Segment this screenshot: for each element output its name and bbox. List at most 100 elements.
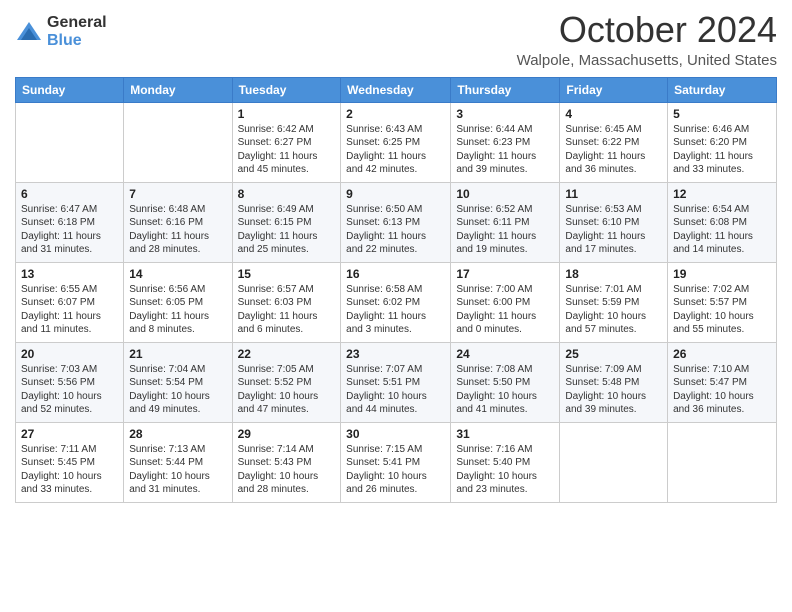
day-info-line-1: Sunset: 5:47 PM [673, 377, 747, 388]
day-number: 15 [238, 267, 336, 281]
day-info-line-2: Daylight: 11 hours and 33 minutes. [673, 151, 753, 176]
day-info-line-2: Daylight: 11 hours and 39 minutes. [456, 151, 536, 176]
day-info: Sunrise: 6:52 AMSunset: 6:11 PMDaylight:… [456, 203, 554, 257]
calendar-cell-2-1: 14Sunrise: 6:56 AMSunset: 6:05 PMDayligh… [124, 262, 232, 342]
header-row: Sunday Monday Tuesday Wednesday Thursday… [16, 77, 777, 102]
day-info: Sunrise: 7:13 AMSunset: 5:44 PMDaylight:… [129, 443, 226, 497]
day-info: Sunrise: 6:57 AMSunset: 6:03 PMDaylight:… [238, 283, 336, 337]
col-monday: Monday [124, 77, 232, 102]
day-info-line-0: Sunrise: 6:52 AM [456, 204, 532, 215]
day-info-line-0: Sunrise: 7:15 AM [346, 444, 422, 455]
day-info-line-1: Sunset: 5:54 PM [129, 377, 203, 388]
day-number: 25 [565, 347, 662, 361]
day-info: Sunrise: 7:11 AMSunset: 5:45 PMDaylight:… [21, 443, 118, 497]
day-info: Sunrise: 7:00 AMSunset: 6:00 PMDaylight:… [456, 283, 554, 337]
day-number: 7 [129, 187, 226, 201]
calendar-cell-2-2: 15 Sunrise: 6:57 AMSunset: 6:03 PMDayligh… [232, 262, 341, 342]
day-info-line-1: Sunset: 6:16 PM [129, 217, 203, 228]
day-info-line-1: Sunset: 6:08 PM [673, 217, 747, 228]
day-info: Sunrise: 6:53 AMSunset: 6:10 PMDaylight:… [565, 203, 662, 257]
day-info-line-0: Sunrise: 7:09 AM [565, 364, 641, 375]
title-block: October 2024 Walpole, Massachusetts, Uni… [517, 10, 777, 69]
day-info-line-2: Daylight: 11 hours and 22 minutes. [346, 231, 426, 256]
day-info-line-2: Daylight: 10 hours and 55 minutes. [673, 311, 754, 336]
day-info-line-2: Daylight: 11 hours and 36 minutes. [565, 151, 645, 176]
day-info-line-1: Sunset: 6:18 PM [21, 217, 95, 228]
day-info-line-2: Daylight: 10 hours and 33 minutes. [21, 471, 102, 496]
day-info-line-1: Sunset: 6:02 PM [346, 297, 420, 308]
day-info-line-1: Sunset: 6:05 PM [129, 297, 203, 308]
day-info-line-0: Sunrise: 6:49 AM [238, 204, 314, 215]
day-info: Sunrise: 7:07 AMSunset: 5:51 PMDaylight:… [346, 363, 445, 417]
day-number: 18 [565, 267, 662, 281]
calendar-cell-3-0: 20Sunrise: 7:03 AMSunset: 5:56 PMDayligh… [16, 342, 124, 422]
day-number: 5 [673, 107, 771, 121]
day-info-line-0: Sunrise: 7:02 AM [673, 284, 749, 295]
calendar-cell-3-5: 25 Sunrise: 7:09 AMSunset: 5:48 PMDayligh… [560, 342, 668, 422]
calendar-cell-4-0: 27Sunrise: 7:11 AMSunset: 5:45 PMDayligh… [16, 422, 124, 502]
calendar-cell-0-5: 4Sunrise: 6:45 AMSunset: 6:22 PMDaylight… [560, 102, 668, 182]
day-info: Sunrise: 7:04 AMSunset: 5:54 PMDaylight:… [129, 363, 226, 417]
calendar-cell-1-4: 10Sunrise: 6:52 AMSunset: 6:11 PMDayligh… [451, 182, 560, 262]
calendar-table: Sunday Monday Tuesday Wednesday Thursday… [15, 77, 777, 503]
calendar-cell-2-3: 16Sunrise: 6:58 AMSunset: 6:02 PMDayligh… [341, 262, 451, 342]
header: General Blue October 2024 Walpole, Massa… [15, 10, 777, 69]
day-info-line-1: Sunset: 5:59 PM [565, 297, 639, 308]
day-info-line-1: Sunset: 6:22 PM [565, 137, 639, 148]
col-friday: Friday [560, 77, 668, 102]
calendar-cell-4-5 [560, 422, 668, 502]
day-info-line-2: Daylight: 10 hours and 39 minutes. [565, 391, 646, 416]
day-info-line-0: Sunrise: 7:11 AM [21, 444, 96, 455]
day-info: Sunrise: 7:05 AMSunset: 5:52 PMDaylight:… [238, 363, 336, 417]
day-number: 14 [129, 267, 226, 281]
location: Walpole, Massachusetts, United States [517, 52, 777, 69]
day-info: Sunrise: 6:50 AM Sunset: 6:13 PM Daylight:… [346, 203, 445, 257]
day-info-line-0: Sunrise: 6:47 AM [21, 204, 97, 215]
day-info: Sunrise: 7:14 AMSunset: 5:43 PMDaylight:… [238, 443, 336, 497]
month-title: October 2024 [517, 10, 777, 50]
calendar-cell-0-6: 5Sunrise: 6:46 AMSunset: 6:20 PMDaylight… [668, 102, 777, 182]
day-info-line-2: Daylight: 11 hours and 14 minutes. [673, 231, 753, 256]
day-info: Sunrise: 6:54 AMSunset: 6:08 PMDaylight:… [673, 203, 771, 257]
week-row-1: 1Sunrise: 6:42 AMSunset: 6:27 PMDaylight… [16, 102, 777, 182]
day-info-line-0: Sunrise: 6:43 AM [346, 124, 422, 135]
day-info-line-1: Sunset: 5:52 PM [238, 377, 312, 388]
day-number: 30 [346, 427, 445, 441]
day-number: 9 [346, 187, 445, 201]
day-info: Sunrise: 6:44 AMSunset: 6:23 PMDaylight:… [456, 123, 554, 177]
day-info-line-0: Sunrise: 7:07 AM [346, 364, 422, 375]
day-info: Sunrise: 7:09 AMSunset: 5:48 PMDaylight:… [565, 363, 662, 417]
day-info-line-2: Daylight: 10 hours and 52 minutes. [21, 391, 102, 416]
calendar-cell-2-5: 18Sunrise: 7:01 AMSunset: 5:59 PMDayligh… [560, 262, 668, 342]
day-info-line-2: Daylight: 10 hours and 57 minutes. [565, 311, 646, 336]
day-info-line-2: Daylight: 10 hours and 23 minutes. [456, 471, 537, 496]
day-info-line-0: Sunrise: 6:50 AM [346, 204, 422, 215]
day-info-line-0: Sunrise: 6:48 AM [129, 204, 205, 215]
col-saturday: Saturday [668, 77, 777, 102]
day-info-line-0: Sunrise: 7:08 AM [456, 364, 532, 375]
calendar-cell-0-0 [16, 102, 124, 182]
day-info-line-0: Sunrise: 6:44 AM [456, 124, 532, 135]
calendar-cell-1-3: 9 Sunrise: 6:50 AM Sunset: 6:13 PM Daylight… [341, 182, 451, 262]
calendar-cell-4-1: 28 Sunrise: 7:13 AMSunset: 5:44 PMDayligh… [124, 422, 232, 502]
calendar-cell-4-2: 29Sunrise: 7:14 AMSunset: 5:43 PMDayligh… [232, 422, 341, 502]
page: General Blue October 2024 Walpole, Massa… [0, 0, 792, 612]
day-info-line-1: Sunset: 5:43 PM [238, 457, 312, 468]
day-info-line-1: Sunset: 6:13 PM [346, 217, 420, 228]
week-row-2: 6Sunrise: 6:47 AMSunset: 6:18 PMDaylight… [16, 182, 777, 262]
day-number: 28 [129, 427, 226, 441]
day-info: Sunrise: 6:45 AMSunset: 6:22 PMDaylight:… [565, 123, 662, 177]
calendar-cell-0-1 [124, 102, 232, 182]
calendar-body: 1Sunrise: 6:42 AMSunset: 6:27 PMDaylight… [16, 102, 777, 502]
day-info-line-2: Daylight: 11 hours and 17 minutes. [565, 231, 645, 256]
calendar-cell-3-4: 24Sunrise: 7:08 AMSunset: 5:50 PMDayligh… [451, 342, 560, 422]
calendar-cell-1-6: 12Sunrise: 6:54 AMSunset: 6:08 PMDayligh… [668, 182, 777, 262]
calendar-cell-0-4: 3Sunrise: 6:44 AMSunset: 6:23 PMDaylight… [451, 102, 560, 182]
day-info-line-0: Sunrise: 6:53 AM [565, 204, 641, 215]
day-info-line-0: Sunrise: 7:03 AM [21, 364, 97, 375]
day-info-line-0: Sunrise: 6:58 AM [346, 284, 422, 295]
calendar-cell-3-1: 21Sunrise: 7:04 AMSunset: 5:54 PMDayligh… [124, 342, 232, 422]
day-number: 11 [565, 187, 662, 201]
day-info-line-1: Sunset: 6:15 PM [238, 217, 312, 228]
day-info-line-0: Sunrise: 7:13 AM [129, 444, 205, 455]
